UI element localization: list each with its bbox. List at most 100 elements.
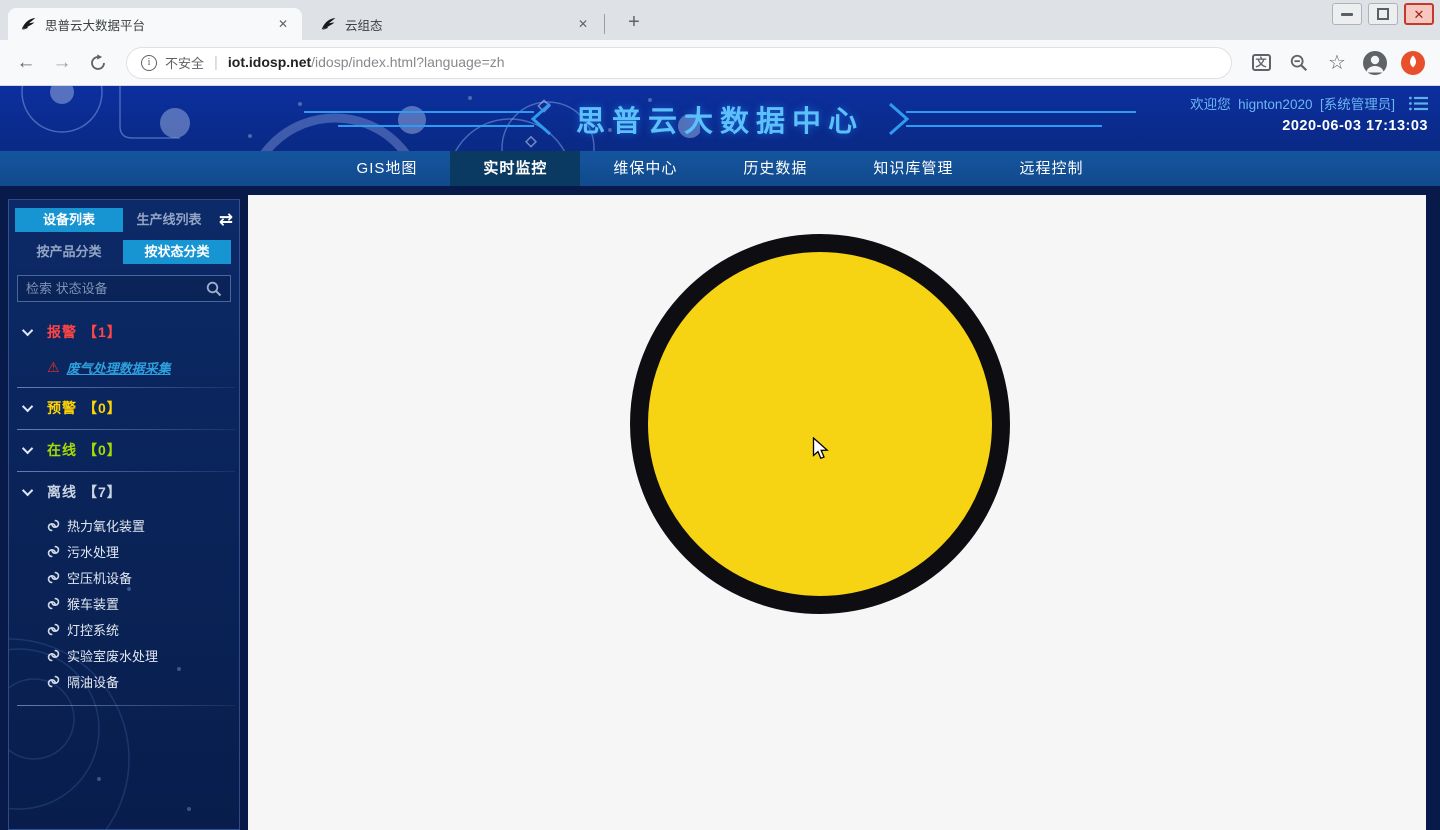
group-online[interactable]: 在线 【0】: [9, 430, 239, 470]
offline-device-list: 热力氧化装置 污水处理 空压机设备 猴车装置: [9, 512, 239, 704]
status-tree: 报警 【1】 ⚠ 废气处理数据采集 预警 【0】: [9, 312, 239, 706]
bookmark-button[interactable]: ☆: [1320, 47, 1354, 79]
search-icon[interactable]: [206, 281, 222, 297]
avatar-icon: [1362, 50, 1388, 76]
info-icon[interactable]: i: [141, 55, 157, 71]
nav-item-gis[interactable]: GIS地图: [324, 151, 451, 186]
header-user-area: 欢迎您 hignton2020 [系统管理员] 2020-06-03 17:13…: [1190, 93, 1428, 134]
nav-item-realtime-monitor[interactable]: 实时监控: [450, 151, 580, 186]
star-icon: ☆: [1328, 50, 1346, 75]
browser-tab-strip: 思普云大数据平台 ✕ 云组态 ✕ + ✕: [0, 0, 1440, 40]
alarm-device-item[interactable]: ⚠ 废气处理数据采集: [9, 352, 239, 382]
offline-device-item[interactable]: 空压机设备: [9, 564, 239, 590]
nav-item-remote-control[interactable]: 远程控制: [986, 151, 1116, 186]
group-warning[interactable]: 预警 【0】: [9, 388, 239, 428]
offline-device-item[interactable]: 隔油设备: [9, 668, 239, 694]
group-label: 离线: [47, 482, 77, 502]
tab-favicon-icon: [320, 16, 337, 33]
chevron-down-icon[interactable]: [22, 325, 33, 336]
disconnected-icon: [47, 545, 60, 558]
page-title: 思普云大数据中心: [576, 98, 864, 140]
translate-button[interactable]: 文: [1244, 47, 1278, 79]
group-count: 【1】: [83, 322, 122, 342]
offline-device-item[interactable]: 污水处理: [9, 538, 239, 564]
tree-section-offline: 离线 【7】 热力氧化装置 污水处理: [9, 472, 239, 706]
device-name: 灯控系统: [67, 620, 119, 639]
page-body: 思普云大数据中心 欢迎您 hignton2020 [系统管理员]: [0, 86, 1440, 830]
tab-title: 云组态: [345, 15, 574, 34]
extension-icon: [1400, 50, 1426, 76]
close-icon: ✕: [1414, 8, 1425, 21]
group-count: 【7】: [83, 482, 122, 502]
alarm-device-link[interactable]: 废气处理数据采集: [67, 358, 171, 377]
profile-button[interactable]: [1358, 47, 1392, 79]
url-text[interactable]: iot.idosp.net/idosp/index.html?language=…: [228, 54, 505, 72]
device-search-input[interactable]: [26, 281, 206, 296]
nav-item-maintenance[interactable]: 维保中心: [580, 151, 710, 186]
mouse-cursor: [812, 437, 830, 461]
content-area: 设备列表 生产线列表 ⇄ 按产品分类 按状态分类 报警 【1】: [0, 186, 1440, 830]
warning-triangle-icon: ⚠: [47, 360, 60, 374]
offline-device-item[interactable]: 猴车装置: [9, 590, 239, 616]
restore-button[interactable]: [1368, 3, 1398, 25]
tab-favicon-icon: [20, 16, 37, 33]
security-label[interactable]: 不安全: [165, 53, 204, 72]
nav-item-knowledge[interactable]: 知识库管理: [840, 151, 986, 186]
browser-tab-active[interactable]: 思普云大数据平台 ✕: [8, 8, 302, 40]
tab-by-status[interactable]: 按状态分类: [123, 240, 231, 264]
url-separator: |: [214, 54, 218, 71]
group-count: 【0】: [83, 440, 122, 460]
swap-arrows-icon[interactable]: ⇄: [219, 208, 233, 232]
datetime-display: 2020-06-03 17:13:03: [1190, 118, 1428, 134]
welcome-text: 欢迎您 hignton2020 [系统管理员]: [1190, 93, 1395, 113]
disconnected-icon: [47, 571, 60, 584]
restore-icon: [1377, 8, 1389, 20]
device-name: 热力氧化装置: [67, 516, 145, 535]
tab-production-line-list[interactable]: 生产线列表: [123, 208, 215, 232]
offline-device-item[interactable]: 热力氧化装置: [9, 512, 239, 538]
disconnected-icon: [47, 675, 60, 688]
tree-section-warning: 预警 【0】: [9, 388, 239, 430]
status-indicator-circle[interactable]: [630, 234, 1010, 614]
device-name: 实验室废水处理: [67, 646, 158, 665]
group-label: 预警: [47, 398, 77, 418]
extension-button[interactable]: [1396, 47, 1430, 79]
back-button[interactable]: ←: [10, 47, 42, 79]
disconnected-icon: [47, 649, 60, 662]
browser-tab-inactive[interactable]: 云组态 ✕: [308, 8, 602, 40]
nav-item-history[interactable]: 历史数据: [710, 151, 840, 186]
minimize-button[interactable]: [1332, 3, 1362, 25]
device-name: 空压机设备: [67, 568, 132, 587]
address-bar[interactable]: i 不安全 | iot.idosp.net/idosp/index.html?l…: [126, 47, 1232, 79]
reload-icon: [89, 54, 107, 72]
group-count: 【0】: [83, 398, 122, 418]
disconnected-icon: [47, 623, 60, 636]
tab-separator: [604, 14, 605, 34]
tree-section-alarm: 报警 【1】 ⚠ 废气处理数据采集: [9, 312, 239, 388]
device-name: 猴车装置: [67, 594, 119, 613]
classify-tabs: 按产品分类 按状态分类: [15, 240, 233, 264]
group-alarm[interactable]: 报警 【1】: [9, 312, 239, 352]
device-name: 隔油设备: [67, 672, 119, 691]
chevron-down-icon[interactable]: [22, 401, 33, 412]
reload-button[interactable]: [82, 47, 114, 79]
forward-button[interactable]: →: [46, 47, 78, 79]
chevron-down-icon[interactable]: [22, 485, 33, 496]
offline-device-item[interactable]: 灯控系统: [9, 616, 239, 642]
tab-by-product[interactable]: 按产品分类: [15, 240, 123, 264]
new-tab-button[interactable]: +: [620, 9, 648, 37]
menu-list-icon[interactable]: [1409, 96, 1428, 111]
device-name: 污水处理: [67, 542, 119, 561]
tab-close-icon[interactable]: ✕: [574, 15, 592, 33]
group-offline[interactable]: 离线 【7】: [9, 472, 239, 512]
translate-icon: 文: [1252, 54, 1271, 71]
list-type-tabs: 设备列表 生产线列表 ⇄: [15, 208, 233, 232]
chevron-down-icon[interactable]: [22, 443, 33, 454]
zoom-out-button[interactable]: [1282, 47, 1316, 79]
browser-toolbar: ← → i 不安全 | iot.idosp.net/idosp/index.ht…: [0, 40, 1440, 86]
tab-close-icon[interactable]: ✕: [274, 15, 292, 33]
close-button[interactable]: ✕: [1404, 3, 1434, 25]
offline-device-item[interactable]: 实验室废水处理: [9, 642, 239, 668]
tab-device-list[interactable]: 设备列表: [15, 208, 123, 232]
zoom-out-icon: [1289, 53, 1309, 73]
